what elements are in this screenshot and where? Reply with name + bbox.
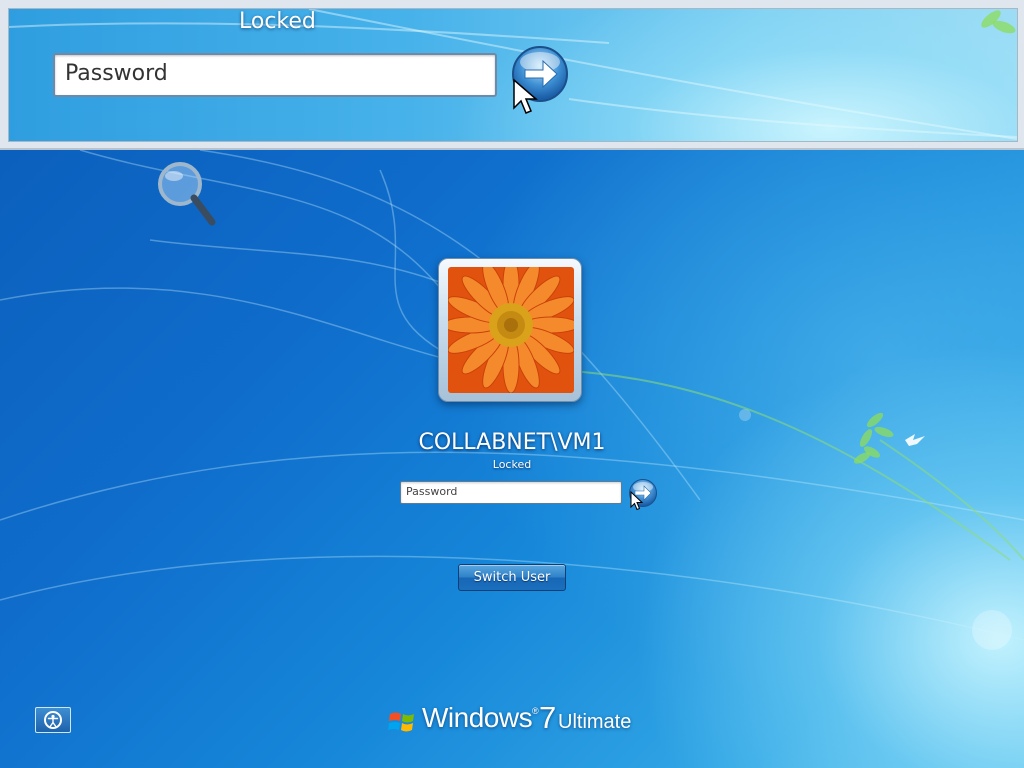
avatar-image: [448, 267, 574, 393]
zoom-password-field[interactable]: Password: [53, 53, 497, 97]
magnifier-icon[interactable]: [156, 160, 220, 230]
ease-of-access-icon: [44, 711, 62, 729]
windows-edition: Ultimate: [558, 711, 632, 733]
bird-decoration: [905, 434, 925, 446]
user-status: Locked: [492, 458, 532, 471]
ease-of-access-button[interactable]: [35, 707, 71, 733]
windows-flag-icon: [388, 712, 414, 732]
user-name: COLLABNET\VM1: [418, 430, 606, 455]
zoom-inset-view: Locked Password: [8, 8, 1018, 142]
zoom-mouse-cursor: [513, 78, 538, 114]
windows-version: 7: [539, 700, 557, 735]
zoom-inset-panel: Locked Password: [0, 0, 1024, 150]
windows-wordmark: Windows: [422, 702, 533, 733]
zoom-status-text: Locked: [239, 9, 316, 34]
mouse-cursor: [630, 491, 644, 511]
switch-user-button[interactable]: Switch User: [458, 564, 566, 591]
leaves-decoration: [853, 412, 894, 464]
trademark-mark: ®: [532, 706, 539, 716]
password-field[interactable]: Password: [400, 481, 622, 504]
lock-screen: Locked Password COLLABNET\VM1 Locked Pas…: [0, 0, 1024, 768]
user-avatar: [438, 258, 582, 402]
